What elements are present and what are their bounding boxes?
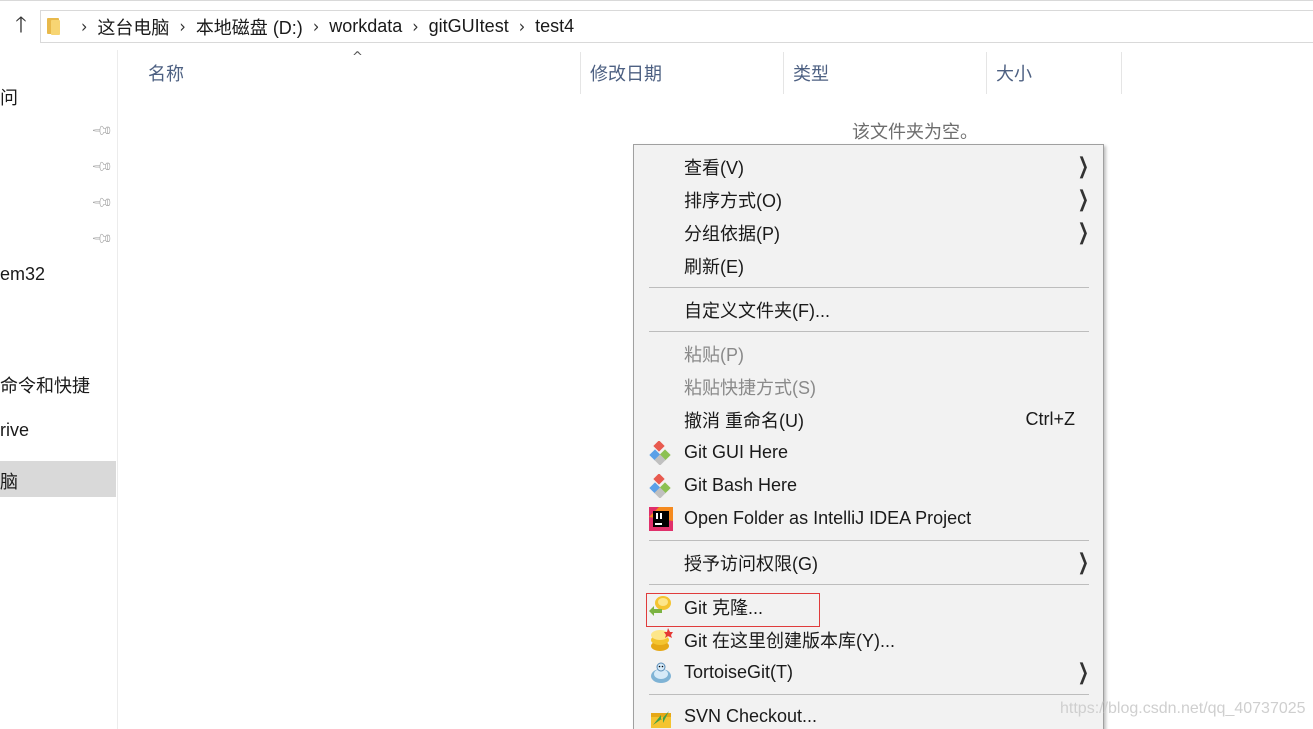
menu-item-git-gui-here[interactable]: Git GUI Here	[634, 436, 1103, 469]
menu-item-label: 撤消 重命名(U)	[684, 410, 804, 431]
pin-icon[interactable]: 📌︎	[90, 119, 114, 143]
menu-item-git-bash-here[interactable]: Git Bash Here	[634, 469, 1103, 502]
git-bash-icon	[649, 473, 671, 498]
menu-separator	[649, 287, 1089, 288]
chevron-right-icon: ❯	[1077, 154, 1089, 179]
menu-item-label: Open Folder as IntelliJ IDEA Project	[684, 508, 972, 528]
breadcrumb-this-pc[interactable]: 这台电脑	[97, 14, 169, 40]
git-gui-icon	[649, 440, 671, 465]
column-header-type[interactable]: 类型	[793, 52, 829, 94]
column-header-modified[interactable]: 修改日期	[590, 52, 662, 94]
tortoisegit-create-repo-icon	[651, 627, 673, 651]
column-divider[interactable]	[580, 52, 581, 94]
nav-item-quick-access[interactable]: 问	[0, 84, 18, 110]
pin-icon[interactable]: 📌︎	[90, 227, 114, 251]
menu-item-label: 分组依据(P)	[684, 223, 780, 244]
breadcrumb-local-disk-d[interactable]: 本地磁盘 (D:)	[196, 14, 303, 40]
column-divider[interactable]	[986, 52, 987, 94]
menu-item-label: 粘贴(P)	[684, 344, 744, 365]
red-highlight-box	[646, 593, 820, 627]
nav-item-this-pc[interactable]: 脑	[0, 468, 18, 494]
chevron-right-icon: ❯	[1077, 187, 1089, 212]
menu-item-undo-rename[interactable]: 撤消 重命名(U) Ctrl+Z	[634, 403, 1103, 436]
breadcrumb-test4[interactable]: test4	[535, 16, 574, 37]
menu-item-label: 排序方式(O)	[684, 190, 782, 211]
menu-item-shortcut: Ctrl+Z	[1025, 409, 1076, 429]
menu-separator	[649, 331, 1089, 332]
column-divider[interactable]	[783, 52, 784, 94]
menu-item-group-by[interactable]: 分组依据(P) ❯	[634, 216, 1103, 249]
menu-item-customize-folder[interactable]: 自定义文件夹(F)...	[634, 293, 1103, 326]
menu-item-paste: 粘贴(P)	[634, 337, 1103, 370]
menu-item-label: 粘贴快捷方式(S)	[684, 377, 816, 398]
pin-icon[interactable]: 📌︎	[90, 155, 114, 179]
menu-item-sort-by[interactable]: 排序方式(O) ❯	[634, 183, 1103, 216]
menu-item-grant-access[interactable]: 授予访问权限(G) ❯	[634, 546, 1103, 579]
watermark: https://blog.csdn.net/qq_40737025	[1060, 700, 1306, 717]
window-top-border	[0, 0, 1313, 1]
chevron-right-icon: ❯	[1077, 220, 1089, 245]
context-menu: 查看(V) ❯ 排序方式(O) ❯ 分组依据(P) ❯ 刷新(E) 自定义文件夹…	[633, 144, 1104, 729]
intellij-icon	[649, 506, 673, 531]
menu-separator	[649, 694, 1089, 695]
tortoisegit-icon	[651, 662, 671, 683]
menu-item-label: SVN Checkout...	[684, 706, 818, 726]
menu-item-paste-shortcut: 粘贴快捷方式(S)	[634, 370, 1103, 403]
menu-item-label: 授予访问权限(G)	[684, 553, 818, 574]
column-header-size[interactable]: 大小	[996, 52, 1032, 94]
pin-icon[interactable]: 📌︎	[90, 191, 114, 215]
chevron-right-icon[interactable]: ›	[179, 16, 185, 37]
menu-item-label: TortoiseGit(T)	[684, 662, 794, 682]
menu-item-label: 自定义文件夹(F)...	[684, 300, 830, 321]
column-header-name[interactable]: 名称	[148, 52, 184, 94]
menu-item-label: Git Bash Here	[684, 475, 798, 495]
folder-icon	[47, 18, 61, 35]
menu-item-svn-checkout[interactable]: SVN Checkout...	[634, 700, 1103, 729]
up-arrow-icon[interactable]: 🡑	[8, 12, 34, 40]
menu-item-label: 查看(V)	[684, 157, 744, 178]
column-divider[interactable]	[1121, 52, 1122, 94]
svn-checkout-icon	[651, 710, 671, 728]
menu-item-label: Git GUI Here	[684, 442, 789, 462]
chevron-right-icon[interactable]: ›	[412, 16, 418, 37]
navigation-pane: 问 📌︎ 📌︎ 📌︎ 📌︎ em32 命令和快捷 rive 脑	[0, 50, 118, 729]
menu-item-view[interactable]: 查看(V) ❯	[634, 150, 1103, 183]
breadcrumb-gitguitest[interactable]: gitGUItest	[429, 16, 509, 37]
nav-item-commands-shortcuts[interactable]: 命令和快捷	[0, 372, 90, 398]
menu-separator	[649, 584, 1089, 585]
chevron-right-icon[interactable]: ›	[313, 16, 319, 37]
nav-item-system32[interactable]: em32	[0, 264, 45, 285]
empty-folder-message: 该文件夹为空。	[852, 122, 978, 142]
menu-item-open-intellij[interactable]: Open Folder as IntelliJ IDEA Project	[634, 502, 1103, 535]
address-bar[interactable]: › 这台电脑 › 本地磁盘 (D:) › workdata › gitGUIte…	[40, 10, 1313, 43]
chevron-right-icon[interactable]: ›	[519, 16, 525, 37]
menu-item-label: 刷新(E)	[684, 256, 744, 277]
menu-item-label: Git 在这里创建版本库(Y)...	[684, 630, 895, 651]
breadcrumb-workdata[interactable]: workdata	[329, 16, 402, 37]
chevron-right-icon: ❯	[1077, 660, 1089, 685]
menu-separator	[649, 540, 1089, 541]
chevron-right-icon[interactable]: ›	[81, 16, 87, 37]
sort-caret-icon: ^	[352, 50, 363, 65]
menu-item-refresh[interactable]: 刷新(E)	[634, 249, 1103, 282]
menu-item-git-create-repo[interactable]: Git 在这里创建版本库(Y)...	[634, 623, 1103, 656]
chevron-right-icon: ❯	[1077, 550, 1089, 575]
nav-item-onedrive[interactable]: rive	[0, 420, 29, 441]
menu-item-tortoisegit[interactable]: TortoiseGit(T) ❯	[634, 656, 1103, 689]
